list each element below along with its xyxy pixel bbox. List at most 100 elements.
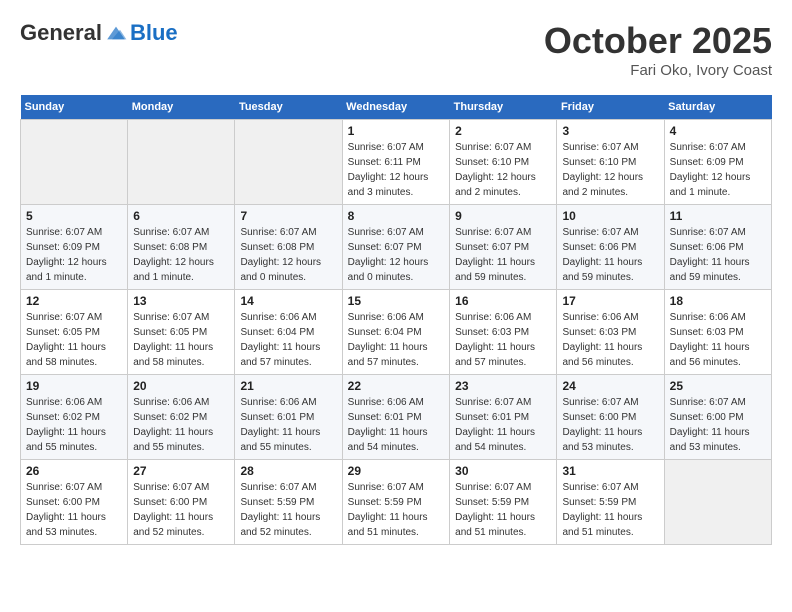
day-info: Sunrise: 6:07 AMSunset: 6:00 PMDaylight:… [670,395,766,455]
day-info: Sunrise: 6:06 AMSunset: 6:01 PMDaylight:… [240,395,336,455]
day-number: 21 [240,379,336,393]
calendar-cell: 8 Sunrise: 6:07 AMSunset: 6:07 PMDaylight… [342,205,449,290]
day-info: Sunrise: 6:06 AMSunset: 6:04 PMDaylight:… [348,310,444,370]
day-info: Sunrise: 6:07 AMSunset: 6:01 PMDaylight:… [455,395,551,455]
calendar-cell: 19 Sunrise: 6:06 AMSunset: 6:02 PMDayligh… [21,375,128,460]
calendar-cell: 31Sunrise: 6:07 AMSunset: 5:59 PMDayligh… [557,460,664,545]
calendar-cell: 13 Sunrise: 6:07 AMSunset: 6:05 PMDayligh… [128,290,235,375]
day-number: 11 [670,209,766,223]
day-info: Sunrise: 6:07 AMSunset: 6:05 PMDaylight:… [133,310,229,370]
day-info: Sunrise: 6:07 AMSunset: 6:10 PMDaylight:… [455,140,551,200]
calendar-cell: 22 Sunrise: 6:06 AMSunset: 6:01 PMDayligh… [342,375,449,460]
logo: General Blue [20,20,178,46]
day-number: 27 [133,464,229,478]
weekday-header-friday: Friday [557,95,664,120]
day-info: Sunrise: 6:06 AMSunset: 6:01 PMDaylight:… [348,395,444,455]
day-info: Sunrise: 6:07 AMSunset: 6:06 PMDaylight:… [562,225,658,285]
day-number: 19 [26,379,122,393]
day-number: 10 [562,209,658,223]
location: Fari Oko, Ivory Coast [544,62,772,79]
day-info: Sunrise: 6:07 AMSunset: 6:11 PMDaylight:… [348,140,444,200]
calendar-cell: 25 Sunrise: 6:07 AMSunset: 6:00 PMDayligh… [664,375,771,460]
week-row-5: 26 Sunrise: 6:07 AMSunset: 6:00 PMDayligh… [21,460,772,545]
day-number: 8 [348,209,444,223]
week-row-1: 1 Sunrise: 6:07 AMSunset: 6:11 PMDaylight… [21,120,772,205]
day-number: 5 [26,209,122,223]
day-number: 12 [26,294,122,308]
calendar-cell: 15 Sunrise: 6:06 AMSunset: 6:04 PMDayligh… [342,290,449,375]
day-info: Sunrise: 6:07 AMSunset: 6:00 PMDaylight:… [133,480,229,540]
day-number: 14 [240,294,336,308]
day-number: 29 [348,464,444,478]
calendar-cell: 5 Sunrise: 6:07 AMSunset: 6:09 PMDaylight… [21,205,128,290]
weekday-header-row: SundayMondayTuesdayWednesdayThursdayFrid… [21,95,772,120]
day-number: 3 [562,124,658,138]
weekday-header-tuesday: Tuesday [235,95,342,120]
title-block: October 2025 Fari Oko, Ivory Coast [544,20,772,79]
weekday-header-wednesday: Wednesday [342,95,449,120]
logo-icon [104,23,128,43]
calendar-cell: 11Sunrise: 6:07 AMSunset: 6:06 PMDayligh… [664,205,771,290]
calendar-cell [128,120,235,205]
day-number: 16 [455,294,551,308]
calendar-cell: 17 Sunrise: 6:06 AMSunset: 6:03 PMDayligh… [557,290,664,375]
day-info: Sunrise: 6:07 AMSunset: 6:09 PMDaylight:… [26,225,122,285]
calendar-cell: 6 Sunrise: 6:07 AMSunset: 6:08 PMDaylight… [128,205,235,290]
weekday-header-sunday: Sunday [21,95,128,120]
calendar-cell: 4Sunrise: 6:07 AMSunset: 6:09 PMDaylight… [664,120,771,205]
calendar-cell: 20Sunrise: 6:06 AMSunset: 6:02 PMDayligh… [128,375,235,460]
day-info: Sunrise: 6:07 AMSunset: 6:09 PMDaylight:… [670,140,766,200]
day-number: 22 [348,379,444,393]
day-info: Sunrise: 6:07 AMSunset: 5:59 PMDaylight:… [562,480,658,540]
day-info: Sunrise: 6:07 AMSunset: 6:00 PMDaylight:… [562,395,658,455]
calendar-cell: 3 Sunrise: 6:07 AMSunset: 6:10 PMDaylight… [557,120,664,205]
month-title: October 2025 [544,20,772,62]
weekday-header-saturday: Saturday [664,95,771,120]
calendar-cell: 12Sunrise: 6:07 AMSunset: 6:05 PMDayligh… [21,290,128,375]
calendar-cell: 21 Sunrise: 6:06 AMSunset: 6:01 PMDayligh… [235,375,342,460]
day-info: Sunrise: 6:06 AMSunset: 6:04 PMDaylight:… [240,310,336,370]
calendar-cell: 1 Sunrise: 6:07 AMSunset: 6:11 PMDaylight… [342,120,449,205]
calendar-cell: 18 Sunrise: 6:06 AMSunset: 6:03 PMDayligh… [664,290,771,375]
day-number: 15 [348,294,444,308]
day-number: 7 [240,209,336,223]
calendar-cell: 23 Sunrise: 6:07 AMSunset: 6:01 PMDayligh… [450,375,557,460]
calendar: SundayMondayTuesdayWednesdayThursdayFrid… [20,95,772,545]
calendar-cell [235,120,342,205]
day-number: 23 [455,379,551,393]
calendar-cell [664,460,771,545]
day-info: Sunrise: 6:07 AMSunset: 5:59 PMDaylight:… [455,480,551,540]
day-info: Sunrise: 6:07 AMSunset: 5:59 PMDaylight:… [240,480,336,540]
day-number: 1 [348,124,444,138]
day-info: Sunrise: 6:07 AMSunset: 6:07 PMDaylight:… [348,225,444,285]
day-number: 9 [455,209,551,223]
calendar-cell: 14 Sunrise: 6:06 AMSunset: 6:04 PMDayligh… [235,290,342,375]
day-number: 17 [562,294,658,308]
calendar-cell: 2Sunrise: 6:07 AMSunset: 6:10 PMDaylight… [450,120,557,205]
logo-general-text: General [20,20,102,46]
day-number: 30 [455,464,551,478]
week-row-4: 19 Sunrise: 6:06 AMSunset: 6:02 PMDayligh… [21,375,772,460]
day-number: 24 [562,379,658,393]
weekday-header-thursday: Thursday [450,95,557,120]
page-header: General Blue October 2025 Fari Oko, Ivor… [20,20,772,79]
day-number: 18 [670,294,766,308]
weekday-header-monday: Monday [128,95,235,120]
day-number: 13 [133,294,229,308]
calendar-cell: 28 Sunrise: 6:07 AMSunset: 5:59 PMDayligh… [235,460,342,545]
day-info: Sunrise: 6:07 AMSunset: 6:10 PMDaylight:… [562,140,658,200]
day-info: Sunrise: 6:06 AMSunset: 6:03 PMDaylight:… [670,310,766,370]
day-number: 6 [133,209,229,223]
day-number: 25 [670,379,766,393]
day-info: Sunrise: 6:07 AMSunset: 6:08 PMDaylight:… [240,225,336,285]
day-info: Sunrise: 6:07 AMSunset: 5:59 PMDaylight:… [348,480,444,540]
day-info: Sunrise: 6:07 AMSunset: 6:08 PMDaylight:… [133,225,229,285]
day-info: Sunrise: 6:06 AMSunset: 6:02 PMDaylight:… [26,395,122,455]
logo-blue-text: Blue [130,20,178,46]
calendar-cell: 7 Sunrise: 6:07 AMSunset: 6:08 PMDaylight… [235,205,342,290]
day-number: 26 [26,464,122,478]
calendar-cell: 9Sunrise: 6:07 AMSunset: 6:07 PMDaylight… [450,205,557,290]
day-number: 28 [240,464,336,478]
day-info: Sunrise: 6:06 AMSunset: 6:03 PMDaylight:… [562,310,658,370]
day-info: Sunrise: 6:06 AMSunset: 6:02 PMDaylight:… [133,395,229,455]
